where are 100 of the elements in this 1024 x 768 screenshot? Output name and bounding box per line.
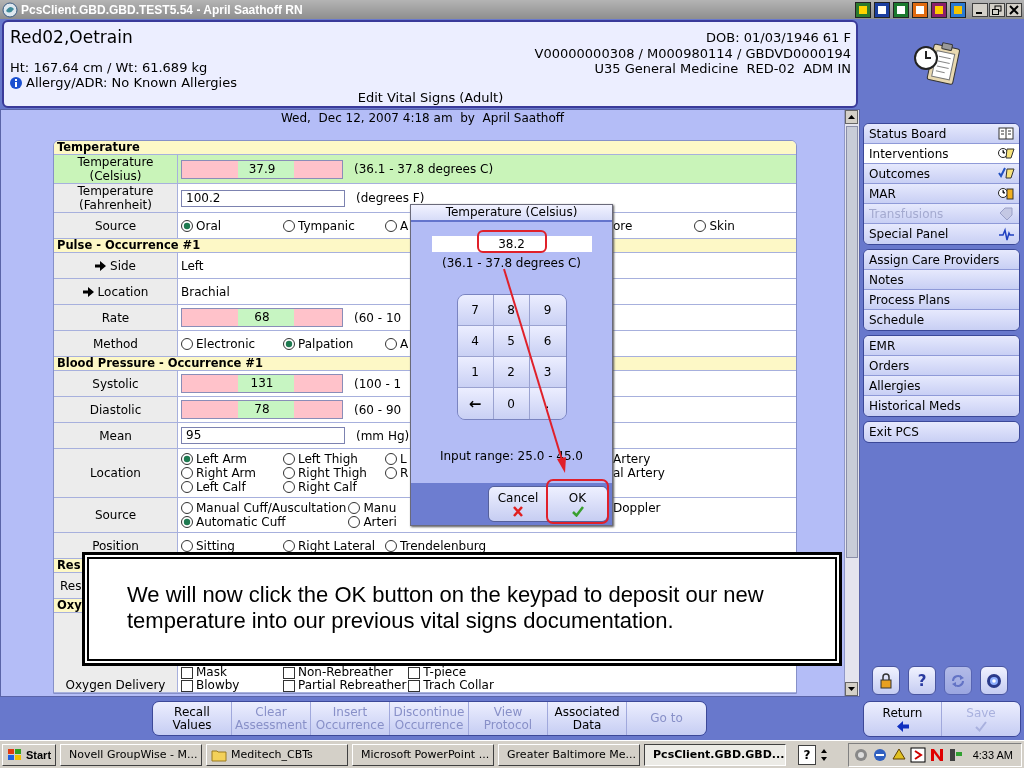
help-button[interactable]: ?: [798, 744, 817, 765]
radio-button[interactable]: [283, 481, 295, 493]
key-button[interactable]: 0: [493, 388, 530, 419]
radio-button[interactable]: [283, 219, 295, 232]
sidebar-item[interactable]: Special Panel: [864, 224, 1019, 244]
radio-button[interactable]: [181, 516, 193, 528]
input-field[interactable]: 100.2: [181, 189, 345, 207]
patient-location: U35 General Medicine RED-02 ADM IN: [594, 61, 851, 76]
radio-button[interactable]: [181, 453, 193, 465]
option-label: Electronic: [196, 336, 256, 351]
key-button[interactable]: 5: [493, 326, 530, 357]
toolbar-button[interactable]: Associated Data: [548, 702, 627, 735]
left-arrow-icon: [896, 720, 909, 732]
app-icon[interactable]: [893, 1, 909, 18]
tray-icon[interactable]: [947, 746, 964, 763]
radio-button[interactable]: [694, 219, 707, 232]
highlight-frame: [546, 479, 609, 524]
radio-button[interactable]: [283, 539, 295, 552]
key-button[interactable]: 2: [493, 357, 530, 388]
radio-button[interactable]: [385, 539, 397, 552]
field-value: Left: [181, 258, 204, 273]
field-label: Source: [94, 508, 137, 522]
sidebar-item[interactable]: MAR: [864, 184, 1019, 204]
checkbox[interactable]: [408, 666, 421, 679]
help-button[interactable]: ?: [908, 666, 936, 695]
sidebar-item[interactable]: Orders: [864, 356, 1019, 376]
sidebar-item[interactable]: Outcomes: [864, 164, 1019, 184]
ok-button[interactable]: OK: [548, 487, 607, 521]
value-bar[interactable]: 68: [181, 308, 343, 327]
tray-icon[interactable]: [890, 746, 907, 763]
return-button[interactable]: Return: [864, 701, 942, 736]
radio-button[interactable]: [283, 337, 295, 350]
value-bar[interactable]: 37.9: [181, 159, 343, 179]
radio-button[interactable]: [348, 516, 361, 528]
sidebar-item[interactable]: EMR: [864, 336, 1019, 356]
radio-button[interactable]: [283, 467, 295, 479]
browser-icon[interactable]: [950, 1, 966, 18]
checkbox[interactable]: [181, 666, 193, 679]
key-button[interactable]: 6: [529, 326, 566, 357]
sidebar-item[interactable]: Historical Meds: [864, 396, 1019, 416]
app-icon[interactable]: [855, 1, 871, 18]
close-icon[interactable]: [1006, 2, 1022, 17]
sidebar-item[interactable]: Interventions: [864, 144, 1019, 164]
taskbar-button[interactable]: Meditech_CBTs: [206, 743, 349, 766]
radio-button[interactable]: [181, 481, 193, 493]
sidebar-item[interactable]: Schedule: [864, 310, 1019, 330]
option-label: Artery: [613, 452, 651, 466]
sidebar-item[interactable]: Exit PCS: [864, 422, 1019, 442]
sidebar-item[interactable]: Notes: [864, 270, 1019, 290]
radio-button[interactable]: [283, 453, 295, 465]
minimize-icon[interactable]: [972, 2, 988, 17]
key-button[interactable]: ←: [457, 388, 494, 419]
scrollbar[interactable]: [844, 110, 859, 696]
sidebar-item[interactable]: Assign Care Providers: [864, 250, 1019, 270]
tray-icon[interactable]: [871, 746, 888, 763]
taskbar-button[interactable]: Novell GroupWise - M...: [60, 743, 203, 766]
scroll-thumb[interactable]: [846, 126, 858, 558]
start-button[interactable]: Start: [2, 743, 57, 766]
radio-button[interactable]: [181, 539, 193, 552]
option-label: Partial Rebreather: [298, 679, 407, 692]
taskbar-button[interactable]: PcsClient.GBD.GBD....: [644, 743, 787, 766]
input-field[interactable]: 38.2: [431, 236, 592, 252]
app-icon[interactable]: [874, 1, 890, 18]
radio-button[interactable]: [385, 337, 397, 350]
scroll-down-icon[interactable]: [845, 682, 858, 696]
radio-button[interactable]: [181, 337, 193, 350]
key-button[interactable]: 9: [529, 295, 566, 326]
taskbar-button[interactable]: Microsoft PowerPoint ...: [352, 743, 495, 766]
toolbar-button[interactable]: Recall Values: [153, 702, 232, 735]
sidebar-item[interactable]: Status Board: [864, 124, 1019, 144]
input-field[interactable]: 95: [181, 427, 345, 444]
radio-button[interactable]: [348, 502, 361, 514]
sidebar-item[interactable]: Allergies: [864, 376, 1019, 396]
key-button[interactable]: 4: [457, 326, 494, 357]
checkbox[interactable]: [283, 679, 295, 692]
radio-button[interactable]: [385, 219, 397, 232]
value-bar[interactable]: 131: [181, 374, 343, 393]
cancel-button[interactable]: Cancel: [489, 487, 548, 521]
radio-button[interactable]: [385, 453, 397, 465]
value-bar[interactable]: 78: [181, 400, 343, 419]
checkbox[interactable]: [283, 666, 295, 679]
globe-button[interactable]: [980, 666, 1008, 695]
patient-name: Red02,Oetrain: [10, 27, 134, 47]
scroll-up-icon[interactable]: [845, 110, 858, 124]
tray-icon[interactable]: [909, 746, 926, 763]
key-button[interactable]: 7: [457, 295, 494, 326]
lock-button[interactable]: [872, 666, 900, 695]
tray-icon[interactable]: [928, 746, 945, 763]
checkbox[interactable]: [408, 679, 421, 692]
key-button[interactable]: 1: [457, 357, 494, 388]
taskbar-button[interactable]: Greater Baltimore Me...: [498, 743, 641, 766]
radio-button[interactable]: [181, 219, 193, 232]
radio-button[interactable]: [181, 467, 193, 479]
sidebar-item[interactable]: Process Plans: [864, 290, 1019, 310]
app-icon[interactable]: [912, 1, 928, 18]
app-icon[interactable]: [931, 1, 947, 18]
checkbox[interactable]: [181, 679, 193, 692]
restore-icon[interactable]: [989, 2, 1005, 17]
radio-button[interactable]: [385, 467, 397, 479]
radio-button[interactable]: [181, 502, 193, 514]
